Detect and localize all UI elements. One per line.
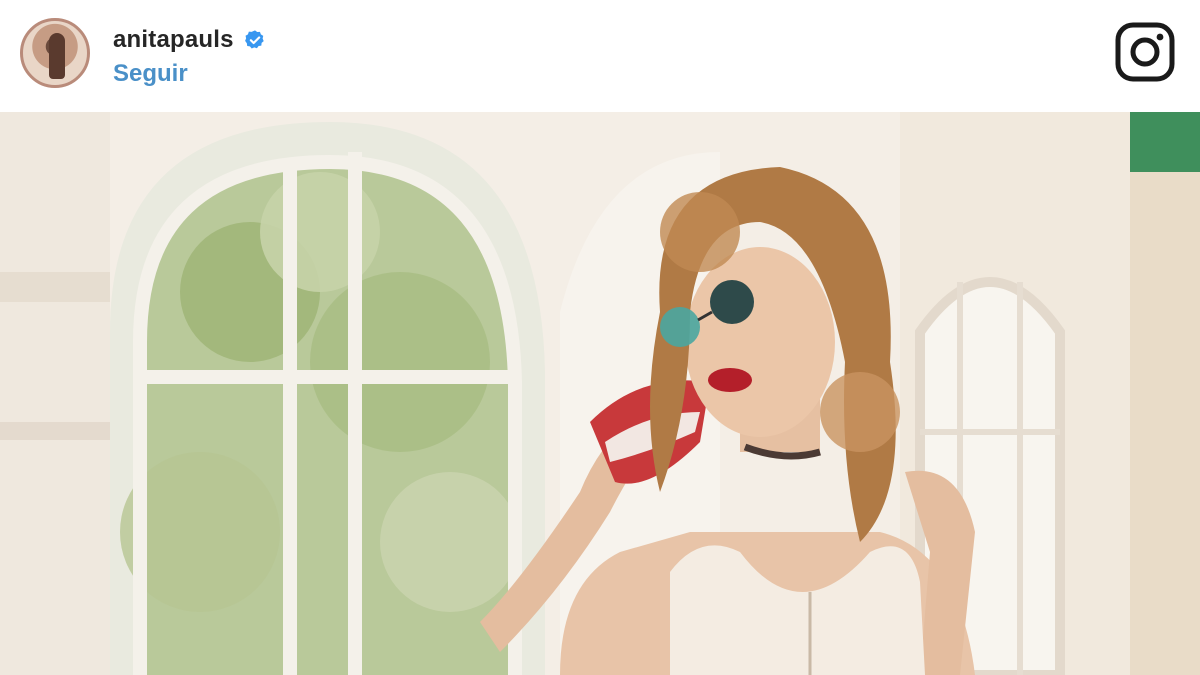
verified-badge-icon [244,30,264,49]
avatar[interactable] [20,18,90,88]
instagram-icon[interactable] [1115,22,1175,82]
username-row: anitapauls [113,26,266,54]
post-image [0,112,1200,675]
post-header: anitapauls Seguir [0,0,1200,112]
username-link[interactable]: anitapauls [113,26,234,54]
avatar-figure [49,33,65,79]
post-photo [0,112,1200,675]
follow-button[interactable]: Seguir [113,60,188,88]
